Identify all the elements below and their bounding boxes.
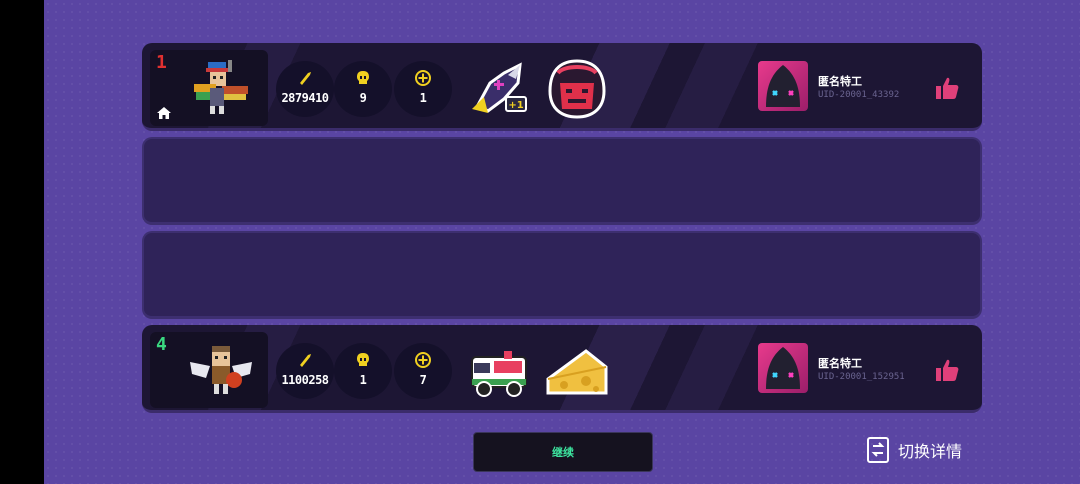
- ambulance-vehicle-icon: [471, 351, 527, 397]
- rank-number: 4: [156, 334, 167, 355]
- plus-circle-icon: [415, 70, 431, 86]
- kills-stat: 9: [334, 61, 392, 117]
- like-thumbs-up-icon[interactable]: [934, 75, 960, 101]
- player-avatar: [758, 343, 808, 393]
- empty-player-slot-2: [142, 137, 982, 225]
- ammo-stat: 2879410: [276, 61, 334, 117]
- switch-document-icon: [867, 437, 889, 463]
- kills-value: 9: [359, 91, 367, 105]
- ammo-value: 1100258: [281, 373, 329, 387]
- bullet-icon: [300, 354, 311, 367]
- revives-value: 7: [419, 373, 427, 387]
- game-stage: 1 2879410 9 1 +1 匿名特工 UID-20001_43392 4 …: [44, 0, 1080, 484]
- player-row-4: 4 1100258 1 7 匿名特工 UID-20001_152951: [142, 325, 982, 413]
- item-badge: +1: [508, 100, 523, 111]
- hooded-agent-icon: [766, 347, 800, 389]
- like-thumbs-up-icon[interactable]: [934, 357, 960, 383]
- player-uid: UID-20001_43392: [818, 90, 900, 100]
- rank-number: 1: [156, 52, 167, 73]
- empty-player-slot-3: [142, 231, 982, 319]
- bullet-icon: [300, 72, 311, 85]
- revives-stat: 7: [394, 343, 452, 399]
- host-home-icon: [157, 107, 171, 119]
- player-name: 匿名特工: [818, 75, 862, 88]
- revives-stat: 1: [394, 61, 452, 117]
- player-portrait: 1: [150, 50, 268, 126]
- ninja-shark-pet-icon: +1: [472, 62, 527, 113]
- plus-circle-icon: [415, 352, 431, 368]
- cheese-item-icon: [546, 349, 608, 395]
- kills-value: 1: [359, 373, 367, 387]
- hooded-agent-icon: [766, 65, 800, 107]
- ammo-stat: 1100258: [276, 343, 334, 399]
- player-name: 匿名特工: [818, 357, 862, 370]
- knight-hero-sprite: [194, 60, 248, 114]
- player-row-1: 1 2879410 9 1 +1 匿名特工 UID-20001_43392: [142, 43, 982, 131]
- winged-warrior-hero-sprite: [190, 346, 252, 394]
- ammo-value: 2879410: [281, 91, 329, 105]
- player-portrait: 4: [150, 332, 268, 408]
- kills-stat: 1: [334, 343, 392, 399]
- player-uid: UID-20001_152951: [818, 372, 905, 382]
- revives-value: 1: [419, 91, 427, 105]
- skull-icon: [357, 353, 369, 366]
- continue-button[interactable]: 继续: [473, 432, 653, 472]
- switch-details-button[interactable]: 切换详情: [866, 436, 962, 464]
- skull-icon: [357, 71, 369, 84]
- player-avatar: [758, 61, 808, 111]
- switch-details-label: 切换详情: [898, 442, 963, 461]
- devil-mask-buff-icon: [548, 59, 606, 119]
